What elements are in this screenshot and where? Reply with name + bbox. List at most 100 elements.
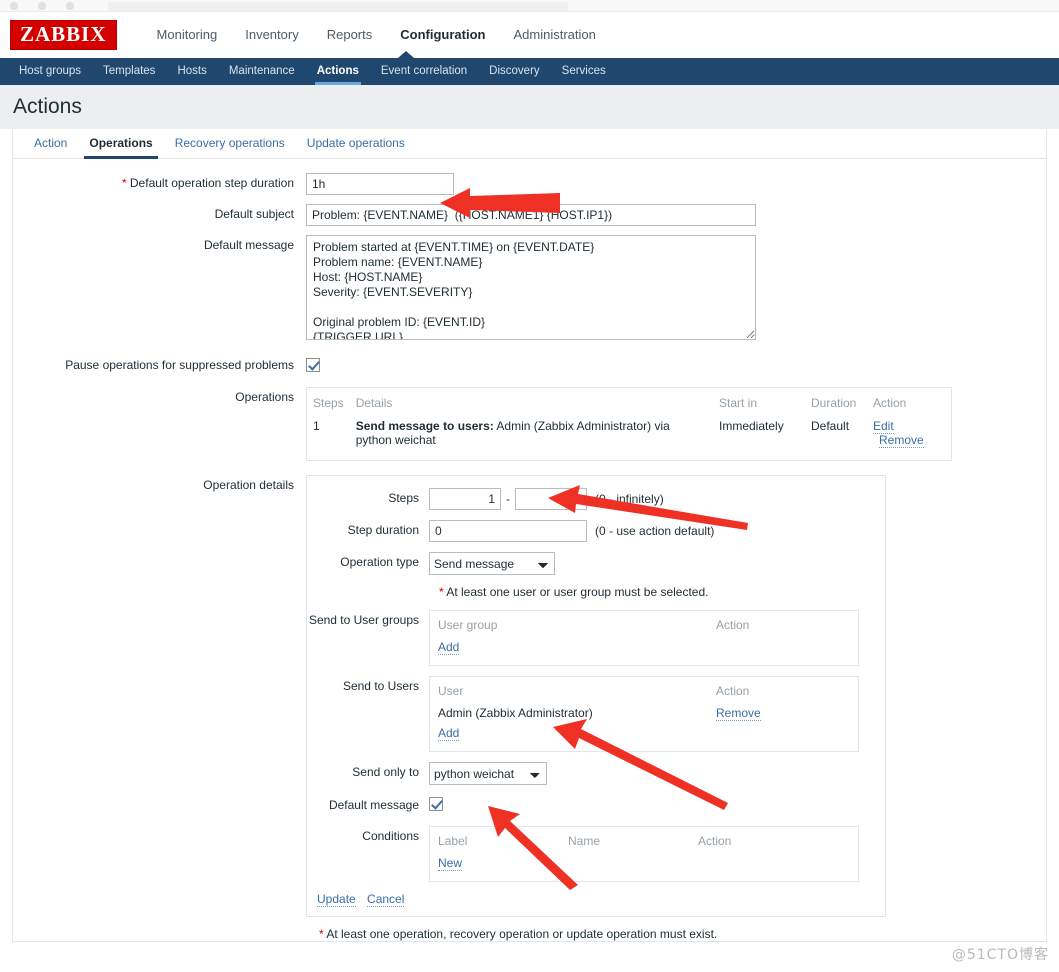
browser-forward-icon[interactable] xyxy=(38,2,46,10)
nav-active-caret-icon xyxy=(398,51,414,58)
user-groups-add-cell: Add xyxy=(430,637,708,657)
label-default-step-duration: * Default operation step duration xyxy=(13,173,306,191)
users-add-cell: Add xyxy=(430,723,708,743)
field-steps: Steps - (0 - infinitely) xyxy=(307,488,885,510)
label-operation-details: Operation details xyxy=(203,478,294,492)
col-condition-name: Name xyxy=(568,834,601,848)
pause-suppressed-checkbox[interactable] xyxy=(306,357,320,372)
row-duration: Default xyxy=(811,419,850,433)
default-subject-input[interactable] xyxy=(306,204,756,226)
col-condition-label: Label xyxy=(438,834,468,848)
required-asterisk-icon: * xyxy=(439,585,444,599)
add-user-group-link[interactable]: Add xyxy=(438,640,460,655)
subnav-item-actions[interactable]: Actions xyxy=(306,58,370,85)
required-asterisk-icon: * xyxy=(121,176,127,190)
col-details: Details xyxy=(355,396,393,410)
form-tabs: Action Operations Recovery operations Up… xyxy=(13,129,1046,159)
field-operation-details: Operation details Steps - (0 - infinitel… xyxy=(13,475,1046,917)
user-groups-table: User group Action Add xyxy=(429,610,859,666)
form-footnote: * At least one operation, recovery opera… xyxy=(319,927,1046,941)
field-operation-type: Operation type Send message xyxy=(307,552,885,575)
label-operations: Operations xyxy=(235,390,294,404)
row-actions: Edit Remove xyxy=(867,416,951,450)
nav-item-monitoring[interactable]: Monitoring xyxy=(143,12,232,58)
field-step-duration: Step duration (0 - use action default) xyxy=(307,520,885,542)
table-row: Add xyxy=(430,723,858,743)
update-operation-button[interactable]: Update xyxy=(317,892,356,907)
conditions-table: Label Name Action New xyxy=(429,826,859,882)
nav-item-administration[interactable]: Administration xyxy=(499,12,609,58)
sub-navigation: Host groups Templates Hosts Maintenance … xyxy=(0,51,1059,85)
steps-hint: (0 - infinitely) xyxy=(595,492,664,506)
subnav-item-templates[interactable]: Templates xyxy=(92,58,166,85)
step-duration-input[interactable] xyxy=(429,520,587,542)
label-default-step-duration-text: Default operation step duration xyxy=(129,176,294,190)
label-operation-type: Operation type xyxy=(340,555,419,569)
send-only-to-select[interactable]: python weichat xyxy=(429,762,547,785)
tab-operations[interactable]: Operations xyxy=(78,129,163,159)
tab-update-operations[interactable]: Update operations xyxy=(296,129,416,158)
field-send-to-user-groups: Send to User groups User group Action Ad… xyxy=(307,610,885,666)
edit-operation-link[interactable]: Edit xyxy=(873,419,894,434)
actions-form-panel: Action Operations Recovery operations Up… xyxy=(12,129,1047,942)
nav-item-inventory[interactable]: Inventory xyxy=(231,12,312,58)
subnav-item-host-groups[interactable]: Host groups xyxy=(8,58,92,85)
field-pause-suppressed: Pause operations for suppressed problems xyxy=(13,355,1046,373)
browser-reload-icon[interactable] xyxy=(66,2,74,10)
row-steps: 1 xyxy=(313,419,320,433)
required-asterisk-icon: * xyxy=(319,927,324,941)
field-default-step-duration: * Default operation step duration xyxy=(13,173,1046,195)
label-default-message-checkbox: Default message xyxy=(328,798,419,812)
subnav-item-discovery[interactable]: Discovery xyxy=(478,58,550,85)
conditions-table-header: Label Name Action xyxy=(430,831,858,853)
page-title-bar: Actions xyxy=(0,85,1059,129)
col-user: User xyxy=(438,684,464,698)
table-row: Admin (Zabbix Administrator) Remove xyxy=(430,703,858,723)
nav-item-reports[interactable]: Reports xyxy=(313,12,387,58)
user-name-cell: Admin (Zabbix Administrator) xyxy=(438,706,593,720)
main-navigation: Monitoring Inventory Reports Configurati… xyxy=(143,12,610,58)
remove-operation-link[interactable]: Remove xyxy=(879,433,924,448)
field-send-only-to: Send only to python weichat xyxy=(307,762,885,785)
form-footnote-text: At least one operation, recovery operati… xyxy=(326,927,718,941)
operations-table: Steps Details Start in Duration Action 1 xyxy=(306,387,952,461)
steps-from-input[interactable] xyxy=(429,488,501,510)
tab-recovery-operations[interactable]: Recovery operations xyxy=(164,129,296,158)
operation-type-select[interactable]: Send message xyxy=(429,552,555,575)
field-default-message: Default message Problem started at {EVEN… xyxy=(13,235,1046,343)
zabbix-logo[interactable]: ZABBIX xyxy=(10,20,117,50)
remove-user-link[interactable]: Remove xyxy=(716,706,761,721)
browser-back-icon[interactable] xyxy=(10,2,18,10)
default-message-textarea[interactable]: Problem started at {EVENT.TIME} on {EVEN… xyxy=(306,235,756,340)
step-duration-hint: (0 - use action default) xyxy=(595,524,715,538)
app-header: ZABBIX Monitoring Inventory Reports Conf… xyxy=(0,12,1059,58)
tab-action[interactable]: Action xyxy=(23,129,78,158)
user-action-cell: Remove xyxy=(708,703,858,723)
subnav-item-event-correlation[interactable]: Event correlation xyxy=(370,58,478,85)
label-send-to-users: Send to Users xyxy=(342,679,419,693)
col-steps: Steps xyxy=(313,396,344,410)
col-user-action: Action xyxy=(716,684,750,698)
default-message-checkbox[interactable] xyxy=(429,797,443,811)
subnav-item-maintenance[interactable]: Maintenance xyxy=(218,58,306,85)
label-default-subject: Default subject xyxy=(214,207,294,221)
subnav-item-services[interactable]: Services xyxy=(551,58,617,85)
add-user-link[interactable]: Add xyxy=(438,726,460,741)
browser-address-bar[interactable] xyxy=(108,2,568,11)
subnav-item-hosts[interactable]: Hosts xyxy=(166,58,217,85)
new-condition-link[interactable]: New xyxy=(438,856,463,871)
operation-details-actions: Update Cancel xyxy=(317,892,885,907)
conditions-new-cell: New xyxy=(430,853,560,873)
label-steps: Steps xyxy=(388,491,419,505)
required-selection-note: * At least one user or user group must b… xyxy=(439,585,885,599)
field-default-subject: Default subject xyxy=(13,204,1046,226)
row-start-in: Immediately xyxy=(719,419,784,433)
cancel-operation-button[interactable]: Cancel xyxy=(367,892,405,907)
users-table: User Action Admin (Zabbix Administrator) xyxy=(429,676,859,752)
steps-to-input[interactable] xyxy=(515,488,587,510)
operations-form: * Default operation step duration Defaul… xyxy=(13,159,1046,941)
col-user-group: User group xyxy=(438,618,498,632)
operations-table-header: Steps Details Start in Duration Action xyxy=(307,393,951,416)
required-selection-note-text: At least one user or user group must be … xyxy=(446,585,709,599)
default-step-duration-input[interactable] xyxy=(306,173,454,195)
